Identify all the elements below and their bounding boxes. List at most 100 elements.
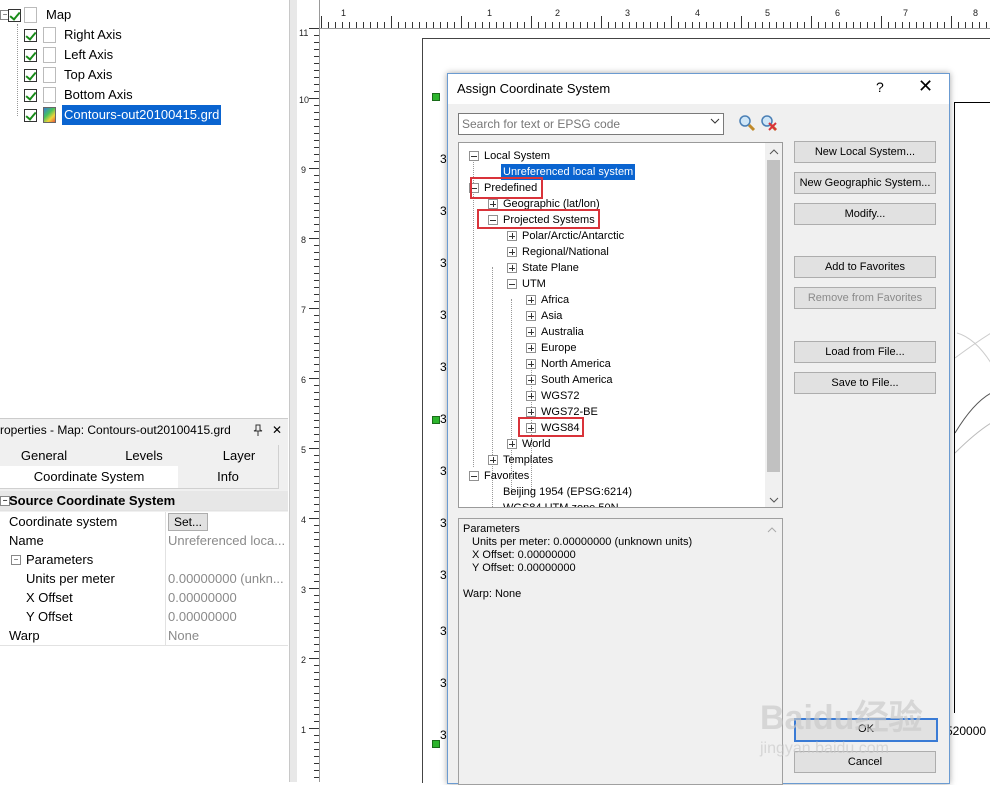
chevron-up-icon[interactable] [769, 145, 779, 159]
ruler-tick [615, 22, 616, 28]
load-from-file-button[interactable]: Load from File... [794, 341, 936, 363]
ruler-tick [314, 56, 319, 57]
ruler-tick [314, 217, 319, 218]
remove-from-favorites-button[interactable]: Remove from Favorites [794, 287, 936, 309]
set-button[interactable]: Set... [168, 513, 209, 531]
search-icon[interactable] [738, 114, 756, 132]
right-axis-checkbox[interactable] [24, 29, 37, 42]
parameter-line: Y Offset: 0.00000000 [472, 562, 576, 574]
tree-scrollbar[interactable] [765, 143, 782, 507]
axis-label: 3 [440, 256, 447, 270]
tab-levels[interactable]: Levels [88, 445, 201, 468]
tree-node-label: WGS72 [541, 390, 580, 402]
parameters-header: Parameters [463, 523, 520, 535]
new-local-system-button[interactable]: New Local System... [794, 141, 936, 163]
tree-node-label: Africa [541, 294, 570, 306]
map-icon [24, 7, 37, 23]
prop-row-name: Name Unreferenced loca... [0, 531, 288, 551]
ruler-tick [314, 161, 319, 162]
expand-icon[interactable] [507, 231, 517, 241]
ruler-tick [314, 189, 319, 190]
expand-icon[interactable] [488, 199, 498, 209]
expand-icon[interactable] [507, 247, 517, 257]
contours-checkbox[interactable] [24, 109, 37, 122]
expand-icon[interactable] [526, 375, 536, 385]
dialog-close-button[interactable]: ✕ [918, 76, 933, 97]
pin-icon[interactable] [253, 419, 263, 443]
modify-button[interactable]: Modify... [794, 203, 936, 225]
ruler-tick [314, 714, 319, 715]
ruler-tick [356, 22, 357, 28]
ruler-tick [314, 560, 319, 561]
selection-handle[interactable] [432, 740, 440, 748]
tree-item-label: Contours-out20100415.grd [62, 105, 222, 125]
dialog-title: Assign Coordinate System [457, 81, 611, 96]
map-checkbox[interactable] [8, 9, 21, 22]
selection-handle[interactable] [432, 416, 440, 424]
top-axis-checkbox[interactable] [24, 69, 37, 82]
search-combobox[interactable]: Search for text or EPSG code [458, 113, 724, 135]
collapse-icon[interactable] [507, 279, 517, 289]
top-ruler: 1 1 2 3 4 5 6 7 8 [297, 0, 990, 29]
collapse-icon[interactable] [469, 471, 479, 481]
expand-icon[interactable] [526, 407, 536, 417]
ruler-tick [839, 22, 840, 28]
ruler-tick [384, 22, 385, 28]
ruler-tick [503, 22, 504, 28]
ruler-tick [867, 22, 868, 28]
tab-layer[interactable]: Layer [200, 445, 279, 468]
ruler-tick [314, 175, 319, 176]
ruler-tick [349, 22, 350, 28]
coordinate-system-tree[interactable]: Local System Unreferenced local system P… [458, 142, 783, 508]
expand-icon[interactable] [488, 455, 498, 465]
parameter-line: Units per meter: 0.00000000 (unknown uni… [472, 536, 693, 548]
prop-value[interactable]: 0.00000000 [168, 588, 286, 607]
selection-handle[interactable] [432, 93, 440, 101]
ruler-tick [314, 756, 319, 757]
expand-icon[interactable] [526, 327, 536, 337]
prop-value[interactable]: Unreferenced loca... [168, 531, 286, 550]
expand-icon[interactable] [526, 359, 536, 369]
ruler-tick [314, 434, 319, 435]
collapse-icon[interactable]: − [11, 555, 21, 565]
expand-icon[interactable] [526, 295, 536, 305]
tree-node-label: Beijing 1954 (EPSG:6214) [503, 486, 633, 498]
help-button[interactable]: ? [876, 79, 884, 95]
ruler-tick [314, 294, 319, 295]
ruler-tick [314, 469, 319, 470]
save-to-file-button[interactable]: Save to File... [794, 372, 936, 394]
ruler-tick [314, 287, 319, 288]
tree-node-label: Australia [541, 326, 584, 338]
tab-info[interactable]: Info [178, 466, 279, 489]
collapse-icon[interactable] [469, 151, 479, 161]
tree-item-label: Bottom Axis [64, 87, 133, 102]
left-axis-checkbox[interactable] [24, 49, 37, 62]
expand-icon[interactable] [526, 311, 536, 321]
bottom-axis-checkbox[interactable] [24, 89, 37, 102]
chevron-down-icon[interactable] [769, 493, 779, 507]
ruler-tick [314, 140, 319, 141]
ruler-tick [874, 22, 875, 28]
tab-general[interactable]: General [0, 445, 89, 468]
expand-icon[interactable] [526, 391, 536, 401]
ruler-tick [909, 22, 910, 28]
chevron-down-icon[interactable] [710, 117, 720, 128]
ruler-corner [297, 0, 320, 28]
ruler-tick [314, 364, 319, 365]
expand-icon[interactable] [507, 439, 517, 449]
ruler-tick [314, 210, 319, 211]
prop-value[interactable]: 0.00000000 (unkn... [168, 569, 286, 588]
add-to-favorites-button[interactable]: Add to Favorites [794, 256, 936, 278]
new-geographic-system-button[interactable]: New Geographic System... [794, 172, 936, 194]
expand-icon[interactable] [507, 263, 517, 273]
expand-icon[interactable] [526, 343, 536, 353]
chevron-up-icon[interactable] [767, 523, 777, 537]
ruler-tick [314, 91, 319, 92]
prop-value[interactable]: None [168, 626, 286, 645]
ruler-tick [958, 22, 959, 28]
clear-search-icon[interactable] [760, 114, 778, 132]
scrollbar-thumb[interactable] [767, 160, 780, 472]
tab-coordinate-system[interactable]: Coordinate System [0, 466, 179, 489]
prop-value[interactable]: 0.00000000 [168, 607, 286, 626]
close-icon[interactable]: ✕ [272, 419, 282, 441]
